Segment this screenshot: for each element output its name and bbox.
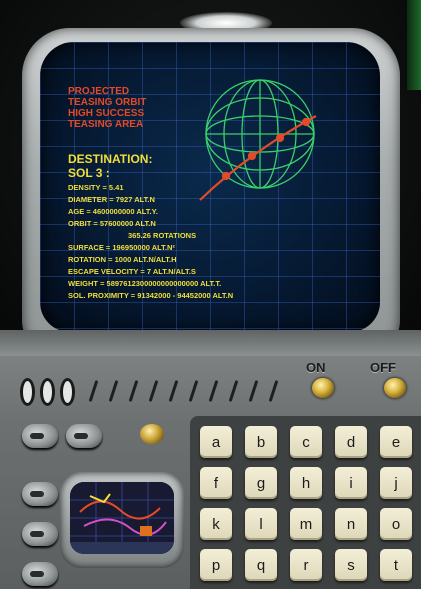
- stat-row: ORBIT = 57600000 ALT.N: [68, 219, 156, 228]
- key-a[interactable]: a: [200, 426, 232, 458]
- key-p[interactable]: p: [200, 549, 232, 581]
- stat-row: ROTATION = 1000 ALT.N/ALT.H: [68, 255, 177, 264]
- mission-status: PROJECTED TEASING ORBIT HIGH SUCCESS TEA…: [68, 86, 146, 130]
- key-q[interactable]: q: [245, 549, 277, 581]
- key-k[interactable]: k: [200, 508, 232, 540]
- key-c[interactable]: c: [290, 426, 322, 458]
- mission-line: TEASING ORBIT: [68, 97, 147, 108]
- stat-row: AGE = 4600000000 ALT.Y.: [68, 207, 158, 216]
- destination-name: SOL 3 :: [68, 166, 110, 180]
- dial-knob[interactable]: [22, 482, 58, 506]
- key-r[interactable]: r: [290, 549, 322, 581]
- stat-row: WEIGHT = 5897612300000000000000 ALT.T.: [68, 279, 222, 288]
- key-f[interactable]: f: [200, 467, 232, 499]
- dial-knob[interactable]: [22, 424, 58, 448]
- key-h[interactable]: h: [290, 467, 322, 499]
- key-d[interactable]: d: [335, 426, 367, 458]
- key-j[interactable]: j: [380, 467, 412, 499]
- key-l[interactable]: l: [245, 508, 277, 540]
- key-n[interactable]: n: [335, 508, 367, 540]
- key-t[interactable]: t: [380, 549, 412, 581]
- destination-panel: DESTINATION: SOL 3 : DENSITY = 5.41 DIAM…: [68, 152, 233, 302]
- port-ring: [20, 378, 35, 406]
- off-label: OFF: [370, 360, 396, 375]
- mission-line: PROJECTED: [68, 86, 130, 97]
- stat-row: DENSITY = 5.41: [68, 183, 124, 192]
- key-s[interactable]: s: [335, 549, 367, 581]
- power-off-button[interactable]: [384, 378, 406, 398]
- indicator-lamp: [140, 424, 164, 444]
- stat-row: SOL. PROXIMITY = 91342000 - 94452000 ALT…: [68, 291, 234, 300]
- stat-row: DIAMETER = 7927 ALT.N: [68, 195, 155, 204]
- scan-display-icon: [70, 482, 174, 554]
- on-label: ON: [306, 360, 326, 375]
- key-e[interactable]: e: [380, 426, 412, 458]
- dial-knob[interactable]: [22, 522, 58, 546]
- key-o[interactable]: o: [380, 508, 412, 540]
- side-panel-edge: [407, 0, 421, 90]
- dial-knob[interactable]: [22, 562, 58, 586]
- stat-row: SURFACE = 196950000 ALT.N²: [68, 243, 175, 252]
- key-g[interactable]: g: [245, 467, 277, 499]
- key-b[interactable]: b: [245, 426, 277, 458]
- destination-title: DESTINATION:: [68, 152, 153, 166]
- mini-monitor-screen: [70, 482, 174, 554]
- dial-knob[interactable]: [66, 424, 102, 448]
- crt-screen: PROJECTED TEASING ORBIT HIGH SUCCESS TEA…: [40, 42, 380, 332]
- stat-row: ESCAPE VELOCITY = 7 ALT.N/ALT.S: [68, 267, 196, 276]
- mission-line: HIGH SUCCESS: [68, 108, 145, 119]
- port-ring: [60, 378, 75, 406]
- stat-row: 365.26 ROTATIONS: [128, 231, 197, 240]
- mission-line: TEASING AREA: [68, 119, 144, 130]
- key-m[interactable]: m: [290, 508, 322, 540]
- power-on-button[interactable]: [312, 378, 334, 398]
- key-i[interactable]: i: [335, 467, 367, 499]
- port-ring: [40, 378, 55, 406]
